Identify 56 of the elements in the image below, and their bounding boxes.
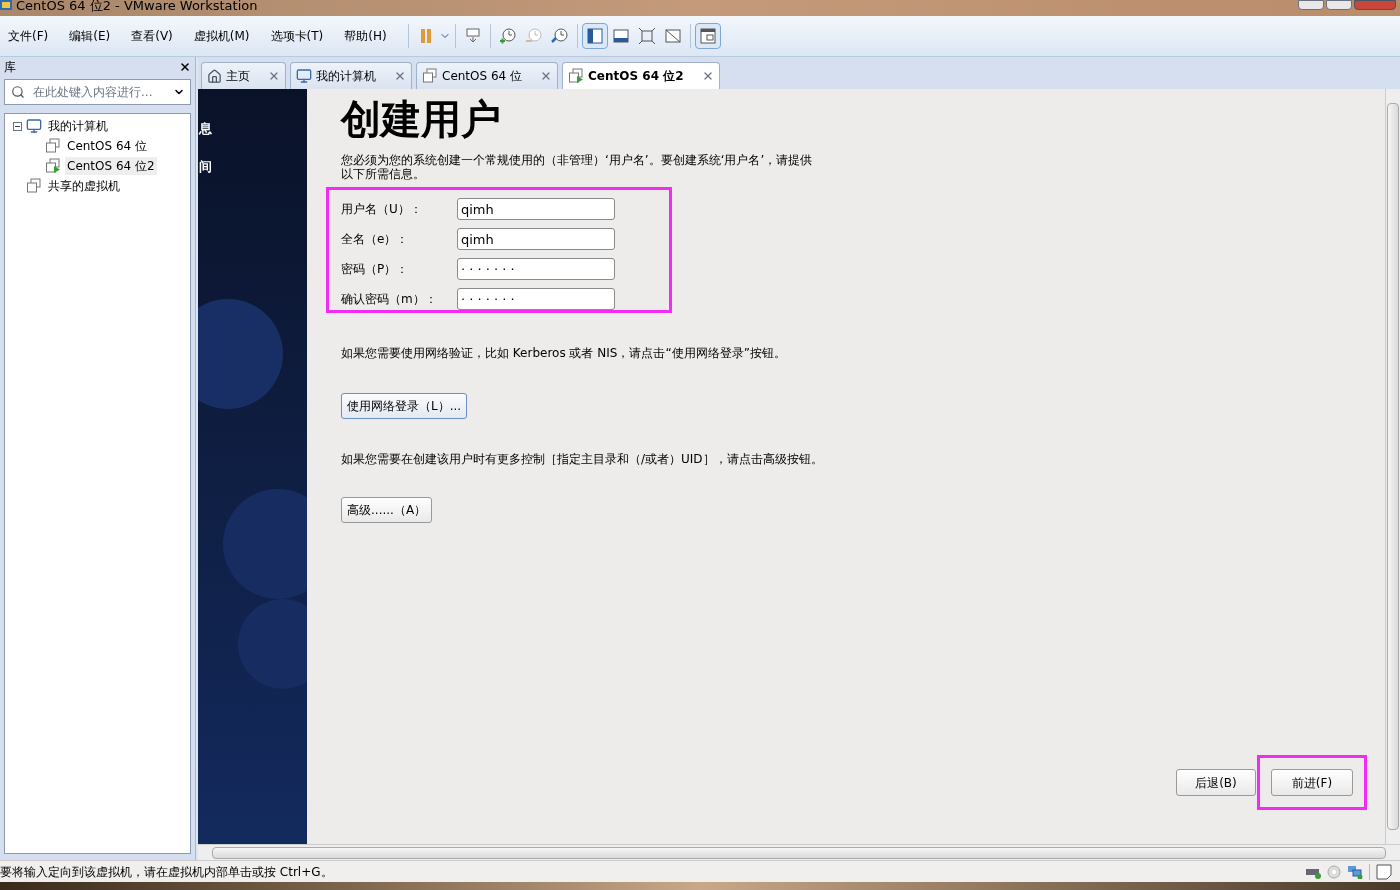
vm-icon xyxy=(26,178,42,194)
close-icon[interactable] xyxy=(179,61,191,73)
tree-item[interactable]: 我的计算机 xyxy=(46,117,110,135)
tree-item[interactable]: CentOS 64 位2 xyxy=(65,157,157,175)
search-icon xyxy=(11,85,25,99)
vertical-scrollbar[interactable] xyxy=(1385,89,1400,844)
menu-item[interactable]: 查看(V) xyxy=(127,27,177,45)
field-label: 确认密码（m）： xyxy=(341,291,438,308)
text-field[interactable]: qimh xyxy=(457,228,615,250)
menu-item[interactable]: 文件(F) xyxy=(4,27,53,45)
menu-item[interactable]: 选项卡(T) xyxy=(266,27,328,45)
text-field[interactable]: · · · · · · · xyxy=(457,258,615,280)
running-vm-icon xyxy=(45,158,61,174)
advanced-button[interactable]: 高级......（A） xyxy=(341,497,433,523)
running-vm-icon xyxy=(568,68,585,84)
text-field[interactable]: qimh xyxy=(457,198,615,220)
network-icon[interactable] xyxy=(1347,864,1363,879)
next-button[interactable]: 前进(F) xyxy=(1271,769,1353,796)
note-icon[interactable] xyxy=(1376,863,1392,880)
text-field[interactable]: · · · · · · · xyxy=(457,288,615,310)
minimize-button[interactable] xyxy=(1298,0,1324,10)
network-note: 如果您需要使用网络验证，比如 Kerberos 或者 NIS，请点击“使用网络登录”按钮。 xyxy=(341,346,787,360)
back-button[interactable]: 后退(B) xyxy=(1176,769,1256,796)
horizontal-scrollbar[interactable] xyxy=(198,844,1400,860)
window-title: CentOS 64 位2 - VMware Workstation xyxy=(16,0,258,12)
field-label: 用户名（U）： xyxy=(341,201,423,218)
page-heading: 创建用户 xyxy=(341,95,502,143)
tree-item[interactable]: 共享的虚拟机 xyxy=(46,177,122,195)
field-label: 全名（e）： xyxy=(341,231,410,248)
search-field[interactable]: 在此处键入内容进行... xyxy=(4,79,191,105)
vm-icon xyxy=(422,68,438,84)
sidebar-view-icon[interactable] xyxy=(581,23,608,49)
tree-item[interactable]: CentOS 64 位 xyxy=(65,137,150,155)
menu-item[interactable]: 编辑(E) xyxy=(65,27,115,45)
tab[interactable]: 主页 xyxy=(201,62,286,89)
app-icon xyxy=(0,0,12,10)
library-title: 库 xyxy=(4,59,16,76)
tab[interactable]: CentOS 64 位2 xyxy=(562,62,720,89)
menu-item[interactable]: 虚拟机(M) xyxy=(189,27,254,45)
intro-text: 您必须为您的系统创建一个常规使用的（非管理）‘用户名’。要创建系统‘用户名’，请提供以下所需信息。 xyxy=(341,153,814,181)
window-view-icon[interactable] xyxy=(694,23,721,49)
status-text: 要将输入定向到该虚拟机，请在虚拟机内部单击或按 Ctrl+G。 xyxy=(0,863,333,881)
network-login-button[interactable]: 使用网络登录（L）... xyxy=(341,393,468,419)
home-icon xyxy=(207,68,222,84)
sidebar-step: 间 xyxy=(199,159,307,175)
collapse-toggle[interactable] xyxy=(13,121,22,131)
sidebar-step: 息 xyxy=(199,121,307,137)
menu-item[interactable]: 帮助(H) xyxy=(340,27,391,45)
monitor-icon xyxy=(26,118,42,134)
maximize-button[interactable] xyxy=(1326,0,1352,10)
monitor-icon xyxy=(296,68,312,84)
tab[interactable]: CentOS 64 位 xyxy=(416,62,559,89)
advanced-note: 如果您需要在创建该用户时有更多控制［指定主目录和（/或者）UID］，请点击高级按钮。 xyxy=(341,451,824,467)
vm-icon xyxy=(45,138,61,154)
field-label: 密码（P）： xyxy=(341,261,410,278)
tab[interactable]: 我的计算机 xyxy=(290,62,412,89)
